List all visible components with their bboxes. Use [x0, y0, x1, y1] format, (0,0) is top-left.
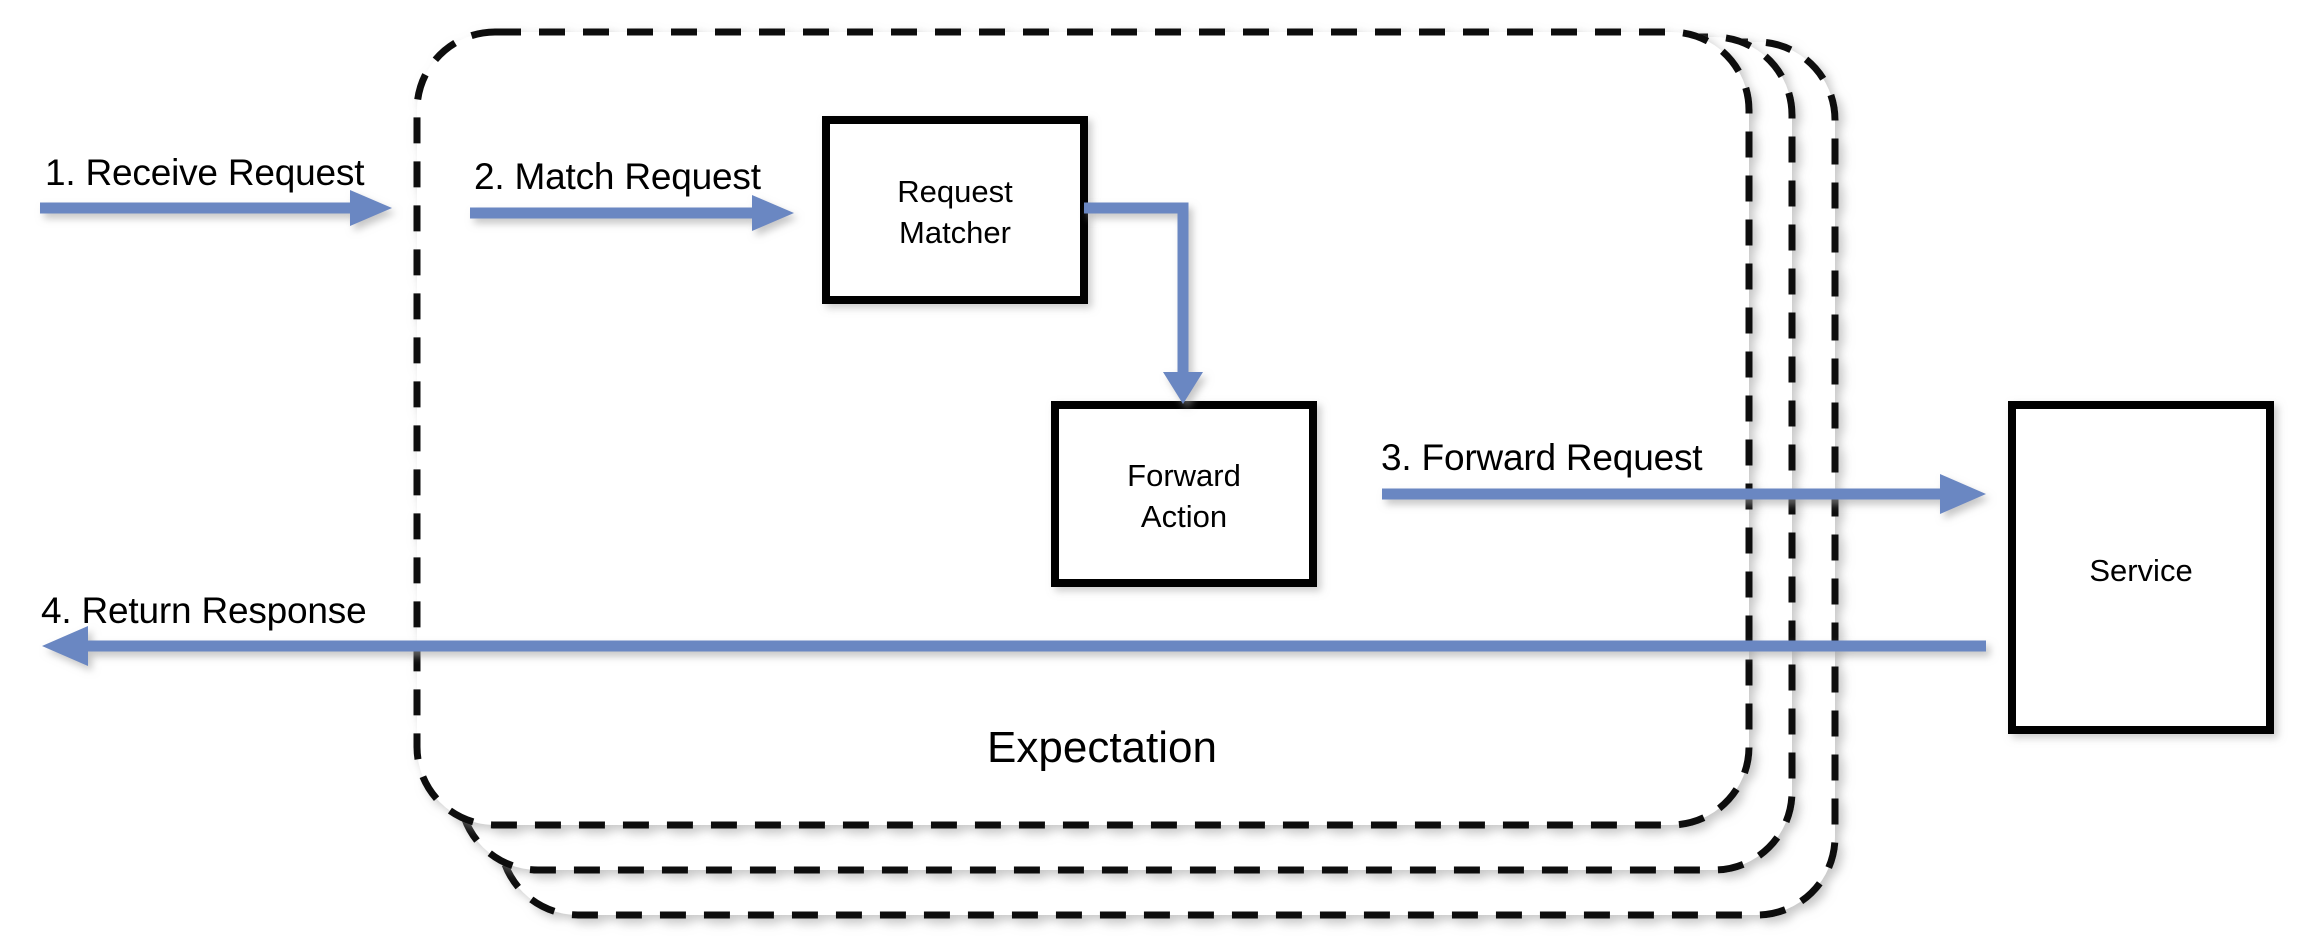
arrow-receive-request [40, 190, 392, 226]
diagram-canvas: 1. Receive Request 2. Match Request 3. F… [0, 0, 2312, 950]
step-label-receive-request: 1. Receive Request [45, 152, 365, 193]
step-label-return-response: 4. Return Response [41, 590, 367, 631]
step-label-match-request: 2. Match Request [474, 156, 761, 197]
step-label-forward-request: 3. Forward Request [1381, 437, 1703, 478]
request-matcher-label: Request Matcher [897, 174, 1013, 250]
arrow-match-request [470, 195, 794, 231]
arrow-return-response [42, 626, 1986, 666]
service-label: Service [2089, 553, 2193, 588]
expectation-group-label: Expectation [987, 723, 1217, 772]
arrow-forward-request [1382, 474, 1986, 514]
arrow-matcher-to-action [1084, 202, 1203, 404]
forward-action-label: Forward Action [1127, 458, 1241, 534]
